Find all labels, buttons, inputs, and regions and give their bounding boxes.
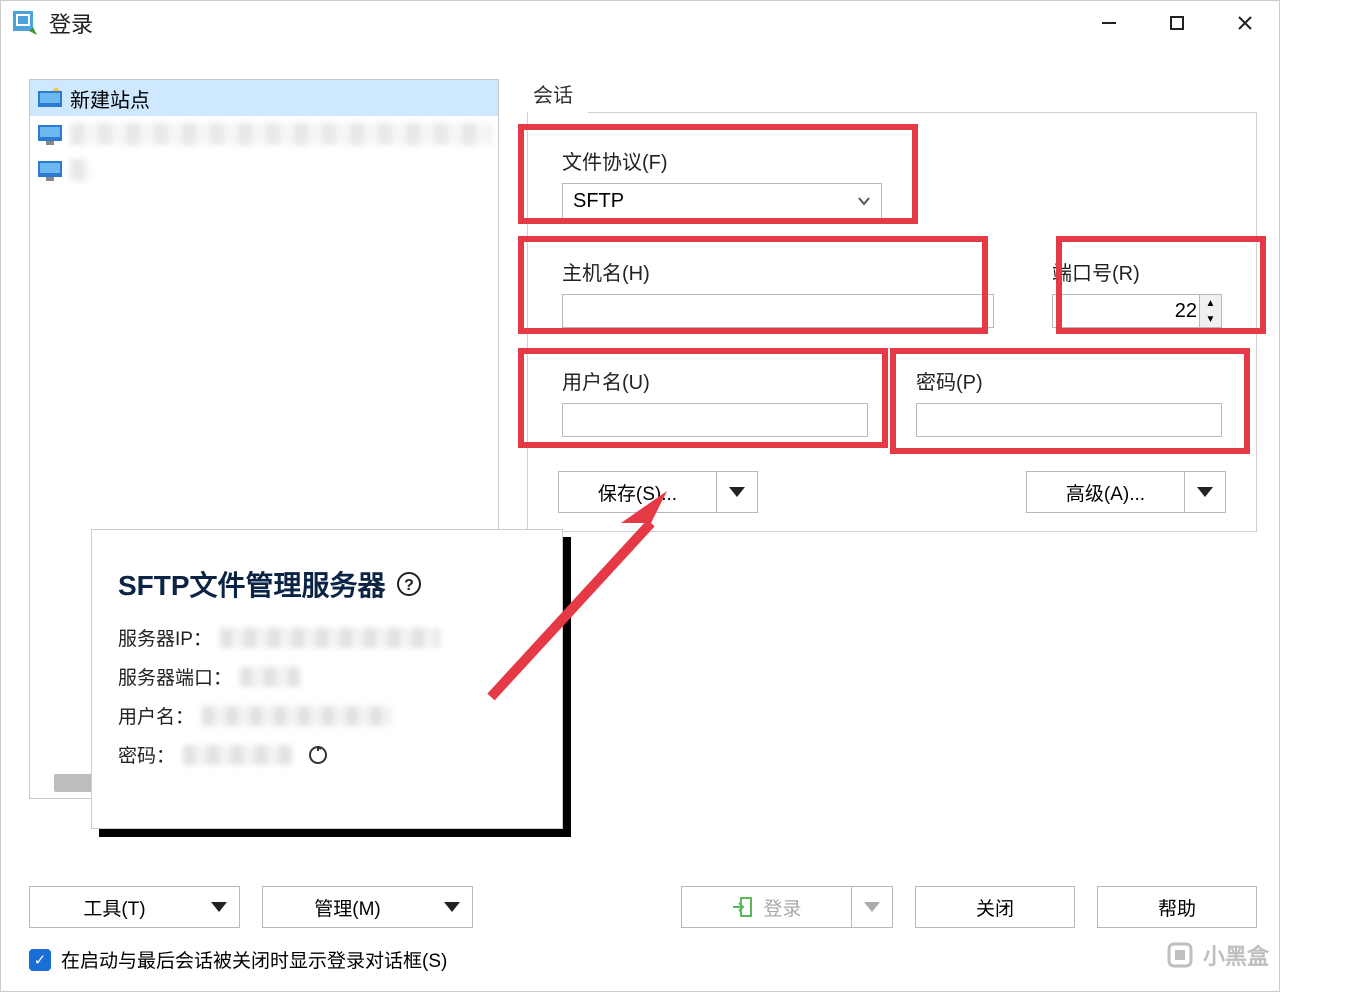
protocol-dropdown[interactable]: SFTP xyxy=(562,183,882,219)
manage-dropdown-arrow[interactable] xyxy=(431,886,473,928)
login-icon xyxy=(731,896,753,918)
site-list-new-site[interactable]: 新建站点 xyxy=(30,80,498,116)
site-list-item[interactable] xyxy=(30,116,498,152)
login-button[interactable]: 登录 xyxy=(681,886,851,928)
watermark-icon xyxy=(1165,940,1195,970)
window-title: 登录 xyxy=(49,7,93,39)
redacted-text xyxy=(183,745,293,765)
port-spin-up[interactable]: ▲ xyxy=(1199,295,1221,311)
info-card: SFTP文件管理服务器 ? 服务器IP： 服务器端口： 用户名： 密码： xyxy=(91,529,563,829)
monitor-icon xyxy=(36,157,64,183)
triangle-down-icon xyxy=(444,902,460,912)
refresh-icon[interactable] xyxy=(307,744,329,766)
save-button[interactable]: 保存(S)... xyxy=(558,471,716,513)
site-list-item[interactable] xyxy=(30,152,498,188)
username-label: 用户名(U) xyxy=(562,366,868,395)
redacted-text xyxy=(240,667,300,687)
tools-dropdown-arrow[interactable] xyxy=(198,886,240,928)
close-button[interactable] xyxy=(1211,1,1279,45)
host-label: 主机名(H) xyxy=(562,257,994,286)
save-dropdown-arrow[interactable] xyxy=(716,471,758,513)
tools-button[interactable]: 工具(T) xyxy=(29,886,199,928)
monitor-icon xyxy=(36,121,64,147)
redacted-text xyxy=(70,123,492,145)
port-value: 22 xyxy=(1175,300,1197,323)
triangle-down-icon xyxy=(864,902,880,912)
new-site-label: 新建站点 xyxy=(70,84,150,113)
advanced-button[interactable]: 高级(A)... xyxy=(1026,471,1184,513)
checkbox-checked-icon: ✓ xyxy=(29,949,51,971)
protocol-value: SFTP xyxy=(573,190,624,213)
help-button[interactable]: 帮助 xyxy=(1097,886,1257,928)
checkbox-label: 在启动与最后会话被关闭时显示登录对话框(S) xyxy=(61,946,447,973)
new-site-icon xyxy=(36,85,64,111)
login-dropdown-arrow[interactable] xyxy=(851,886,893,928)
info-row: 服务器端口： xyxy=(118,663,536,690)
titlebar: 登录 xyxy=(1,1,1279,45)
info-row: 服务器IP： xyxy=(118,624,536,651)
save-split-button[interactable]: 保存(S)... xyxy=(558,471,758,513)
login-split-button[interactable]: 登录 xyxy=(681,886,893,928)
host-input[interactable] xyxy=(562,294,994,328)
triangle-down-icon xyxy=(211,902,227,912)
advanced-dropdown-arrow[interactable] xyxy=(1184,471,1226,513)
svg-text:?: ? xyxy=(404,577,414,594)
app-icon xyxy=(11,9,39,37)
triangle-down-icon xyxy=(729,487,745,497)
port-spin-down[interactable]: ▼ xyxy=(1199,311,1221,327)
minimize-button[interactable] xyxy=(1075,1,1143,45)
session-fieldset: 文件协议(F) SFTP 主机名(H) 端口号(R) 2 xyxy=(527,112,1257,532)
watermark: 小黑盒 xyxy=(1165,939,1269,971)
port-input[interactable]: 22 ▲ ▼ xyxy=(1052,294,1222,328)
triangle-down-icon xyxy=(1197,487,1213,497)
manage-button[interactable]: 管理(M) xyxy=(262,886,432,928)
password-label: 密码(P) xyxy=(916,366,1222,395)
chevron-down-icon xyxy=(857,194,871,208)
username-input[interactable] xyxy=(562,403,868,437)
tools-split-button[interactable]: 工具(T) xyxy=(29,886,240,928)
manage-split-button[interactable]: 管理(M) xyxy=(262,886,473,928)
redacted-text xyxy=(202,706,392,726)
info-row: 密码： xyxy=(118,741,536,768)
help-icon[interactable]: ? xyxy=(396,571,422,597)
info-row: 用户名： xyxy=(118,702,536,729)
port-label: 端口号(R) xyxy=(1052,257,1222,286)
redacted-text xyxy=(70,159,90,181)
session-group-label: 会话 xyxy=(533,79,1257,108)
password-input[interactable] xyxy=(916,403,1222,437)
info-card-title: SFTP文件管理服务器 ? xyxy=(118,564,536,604)
maximize-button[interactable] xyxy=(1143,1,1211,45)
redacted-text xyxy=(220,628,440,648)
show-on-startup-checkbox[interactable]: ✓ 在启动与最后会话被关闭时显示登录对话框(S) xyxy=(29,946,1257,973)
close-dialog-button[interactable]: 关闭 xyxy=(915,886,1075,928)
advanced-split-button[interactable]: 高级(A)... xyxy=(1026,471,1226,513)
protocol-label: 文件协议(F) xyxy=(562,146,882,175)
